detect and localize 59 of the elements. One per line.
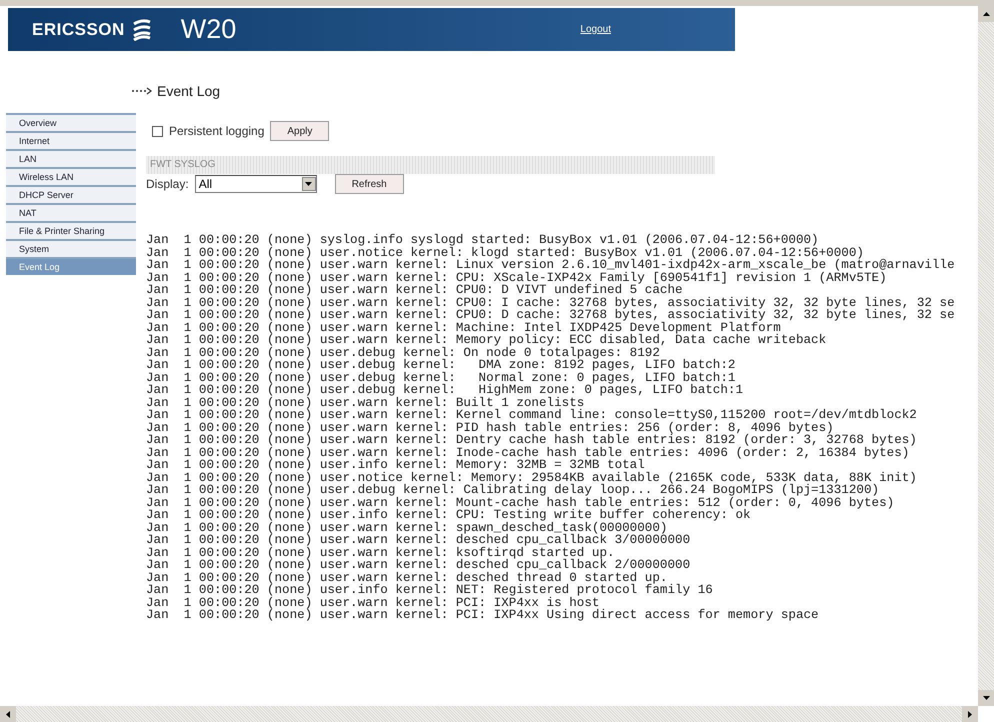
log-line: Jan 1 00:00:20 (none) user.warn kernel: CPU0: D VIVT undefined 5 cache: [146, 284, 683, 296]
log-line: Jan 1 00:00:20 (none) user.warn kernel: PID hash table entries: 256 (order: 8, 4096 bytes): [146, 422, 835, 434]
log-line: Jan 1 00:00:20 (none) user.warn kernel: Machine: Intel IXDP425 Development Platform: [146, 322, 781, 334]
checkbox[interactable]: [152, 126, 163, 136]
log-line: Jan 1 00:00:20 (none) user.warn kernel: PCI: IXP4xx is host: [146, 596, 600, 609]
log-line: Jan 1 00:00:20 (none) user.warn kernel: desched cpu_callback 2/00000000: [146, 559, 692, 572]
scroll-right-icon: [968, 710, 972, 718]
log-line: Jan 1 00:00:20 (none) user.debug kernel: DMA zone: 8192 pages, LIFO batch:2: [146, 359, 736, 372]
log-line: Jan 1 00:00:20 (none) user.warn kernel: desched cpu_callback 3/00000000: [146, 534, 692, 546]
log-line: Jan 1 00:00:20 (none) user.debug kernel: Normal zone: 0 pages, LIFO batch:1: [146, 372, 736, 384]
logout-link[interactable]: Logout: [580, 24, 611, 35]
log-line: Jan 1 00:00:20 (none) user.debug kernel: HighMem zone: 0 pages, LIFO batch:1: [146, 384, 744, 396]
log-line: Jan 1 00:00:20 (none) user.warn kernel: ksoftirqd started up.: [146, 546, 616, 559]
brand-logo-text: ERICSSON: [32, 20, 125, 40]
apply-button[interactable]: Apply: [270, 121, 330, 141]
log-line: Jan 1 00:00:20 (none) user.debug kernel: Calibrating delay loop... 266.24 BogoMIPS (lpj=1331200): [146, 484, 880, 496]
product-name: W20: [180, 14, 236, 45]
log-line: Jan 1 00:00:20 (none) user.warn kernel: Memory policy: ECC disabled, Data cache writeback: [146, 334, 828, 346]
display-dropdown[interactable]: All: [194, 175, 317, 193]
log-line: Jan 1 00:00:20 (none) user.warn kernel: PCI: IXP4xx Using direct access for memory space: [146, 609, 820, 622]
log-line: Jan 1 00:00:20 (none) syslog.info syslogd started: BusyBox v1.01 (2006.07.04-12:56+0000): [146, 234, 819, 246]
log-line: Jan 1 00:00:20 (none) user.warn kernel: Linux version 2.6.10_mvl401-ixdp42x-arm_xscale_be (matro@arnaville: [146, 259, 956, 272]
sidebar-item[interactable]: Overview: [6, 113, 136, 131]
logo-icon: [132, 18, 151, 40]
sidebar-item[interactable]: DHCP Server: [6, 185, 136, 203]
log-line: Jan 1 00:00:20 (none) user.warn kernel: spawn_desched_task(00000000): [146, 522, 668, 534]
log-line: Jan 1 00:00:20 (none) user.notice kernel: Memory: 29584KB available (2165K code, 533K data, 88K init): [146, 472, 918, 484]
log-line: Jan 1 00:00:20 (none) user.warn kernel: CPU0: I cache: 32768 bytes, associativity 32, 32 byte lines, 32 se: [146, 296, 956, 309]
log-line: Jan 1 00:00:20 (none) user.notice kernel: klogd started: BusyBox v1.01 (2006.07.04-12:56+0000): [146, 246, 864, 259]
log-line: Jan 1 00:00:20 (none) user.warn kernel: Kernel command line: console=ttyS0,115200 root=/dev/mtdblock2: [146, 409, 918, 422]
scroll-up-icon: [982, 12, 990, 16]
log-line: Jan 1 00:00:20 (none) user.info kernel: NET: Registered protocol family 16: [146, 584, 714, 596]
sidebar-item[interactable]: System: [6, 239, 136, 257]
log-line: Jan 1 00:00:20 (none) user.info kernel: Memory: 32MB = 32MB total: [146, 459, 645, 472]
log-line: Jan 1 00:00:20 (none) user.warn kernel: CPU: XScale-IXP42x Family [690541f1] revision 1 (ARMv5TE): [146, 272, 887, 284]
scroll-left-icon: [6, 710, 10, 718]
dropdown-arrow-icon: [305, 182, 312, 186]
log-line: Jan 1 00:00:20 (none) user.warn kernel: Built 1 zonelists: [146, 396, 584, 409]
sidebar-item[interactable]: Internet: [6, 131, 136, 149]
log-line: Jan 1 00:00:20 (none) user.warn kernel: Mount-cache hash table entries: 512 (order: 0, 4096 bytes): [146, 496, 896, 509]
checkbox-label: Persistent logging: [169, 124, 264, 138]
log-line: Jan 1 00:00:20 (none) user.warn kernel: desched thread 0 started up.: [146, 572, 668, 584]
log-line: Jan 1 00:00:20 (none) user.warn kernel: CPU0: D cache: 32768 bytes, associativity 32, 32 byte lines, 32 se: [146, 309, 956, 322]
scroll-down-icon: [982, 696, 990, 700]
log-line: Jan 1 00:00:20 (none) user.debug kernel: On node 0 totalpages: 8192: [146, 346, 661, 359]
display-label: Display:: [146, 177, 189, 191]
sidebar-item[interactable]: NAT: [6, 203, 136, 221]
sidebar-item[interactable]: File & Printer Sharing: [6, 221, 136, 239]
log-line: Jan 1 00:00:20 (none) user.info kernel: CPU: Testing write buffer coherency: ok: [146, 509, 751, 522]
page-title: Event Log: [157, 83, 220, 99]
dotted-arrow-icon: [131, 87, 153, 95]
refresh-button[interactable]: Refresh: [334, 174, 404, 194]
vertical-scrollbar[interactable]: [978, 6, 994, 706]
log-line: Jan 1 00:00:20 (none) user.warn kernel: Dentry cache hash table entries: 8192 (order: 3, 32768 bytes): [146, 434, 918, 446]
log-line: Jan 1 00:00:20 (none) user.warn kernel: Inode-cache hash table entries: 4096 (order: 2, 16384 bytes): [146, 446, 910, 459]
sidebar-item[interactable]: LAN: [6, 149, 136, 167]
section-header: FWT SYSLOG: [146, 156, 715, 174]
horizontal-scrollbar[interactable]: [0, 706, 978, 722]
sidebar-item[interactable]: Wireless LAN: [6, 167, 136, 185]
